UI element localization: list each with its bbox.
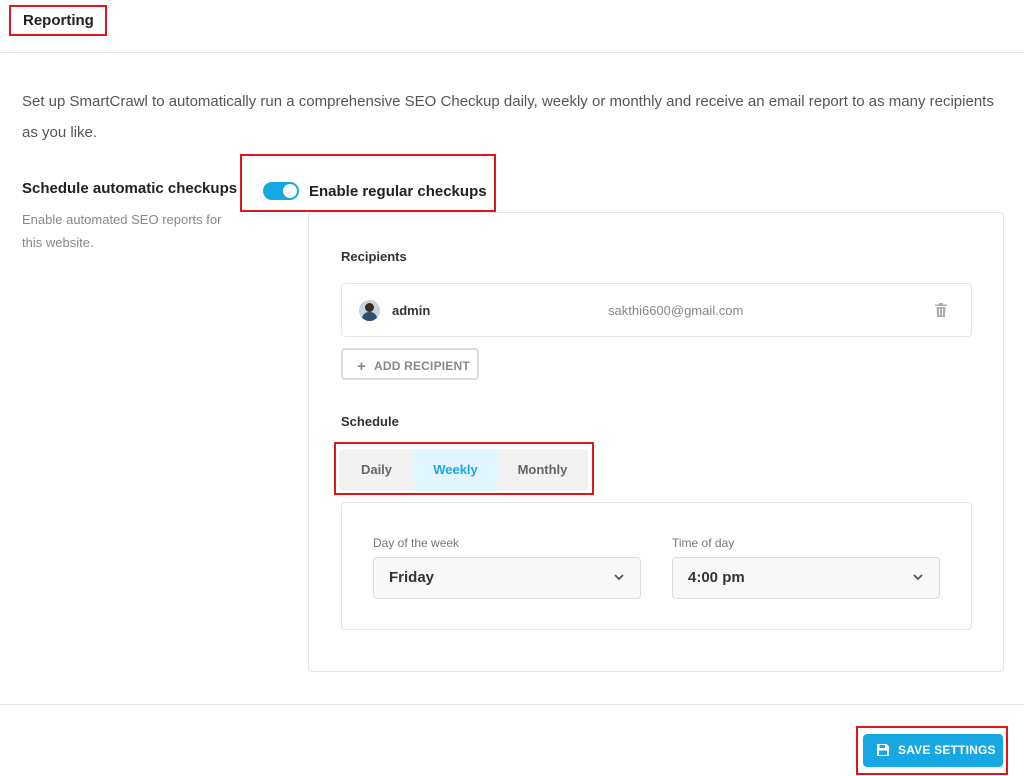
toggle-knob xyxy=(283,184,297,198)
time-of-day-label: Time of day xyxy=(672,536,735,550)
recipients-title: Recipients xyxy=(341,249,407,264)
schedule-tabs: Daily Weekly Monthly xyxy=(339,449,588,491)
enable-checkups-toggle[interactable] xyxy=(263,182,299,200)
tab-daily[interactable]: Daily xyxy=(339,449,414,491)
tab-monthly[interactable]: Monthly xyxy=(497,449,588,491)
trash-icon[interactable] xyxy=(935,303,947,317)
add-recipient-label: ADD RECIPIENT xyxy=(373,359,470,373)
day-of-week-label: Day of the week xyxy=(373,536,460,550)
avatar xyxy=(359,300,380,321)
save-highlight: SAVE SETTINGS xyxy=(856,726,1008,775)
save-settings-button[interactable]: SAVE SETTINGS xyxy=(863,734,1003,767)
day-of-week-value: Friday xyxy=(389,569,435,586)
avatar-head xyxy=(365,303,374,312)
recipient-email: sakthi6600@gmail.com xyxy=(608,303,744,318)
schedule-title: Schedule xyxy=(341,414,399,429)
footer-divider xyxy=(0,704,1024,705)
schedule-tabs-highlight: Daily Weekly Monthly xyxy=(334,442,594,495)
section-label: Schedule automatic checkups xyxy=(22,180,238,197)
day-of-week-select[interactable]: Friday xyxy=(373,557,641,599)
section-description: Enable automated SEO reports for this we… xyxy=(22,212,222,250)
chevron-down-icon xyxy=(913,574,923,581)
time-of-day-value: 4:00 pm xyxy=(688,569,745,586)
toggle-label[interactable]: Enable regular checkups xyxy=(309,183,487,200)
page-header: Reporting xyxy=(0,0,1024,53)
chevron-down-icon xyxy=(614,574,624,581)
save-settings-label: SAVE SETTINGS xyxy=(898,743,996,757)
add-recipient-button[interactable]: + ADD RECIPIENT xyxy=(341,348,479,380)
avatar-body xyxy=(362,312,377,321)
frequency-options: Day of the week Friday Time of day 4:00 … xyxy=(341,502,972,630)
floppy-disk-icon xyxy=(877,744,889,756)
recipient-row: admin sakthi6600@gmail.com xyxy=(341,283,972,337)
plus-icon: + xyxy=(357,358,366,375)
tab-weekly[interactable]: Weekly xyxy=(414,449,497,491)
page-title: Reporting xyxy=(9,5,107,36)
intro-text: Set up SmartCrawl to automatically run a… xyxy=(22,93,994,141)
time-of-day-select[interactable]: 4:00 pm xyxy=(672,557,940,599)
recipient-name: admin xyxy=(392,303,431,318)
toggle-highlight: Enable regular checkups xyxy=(240,154,496,212)
